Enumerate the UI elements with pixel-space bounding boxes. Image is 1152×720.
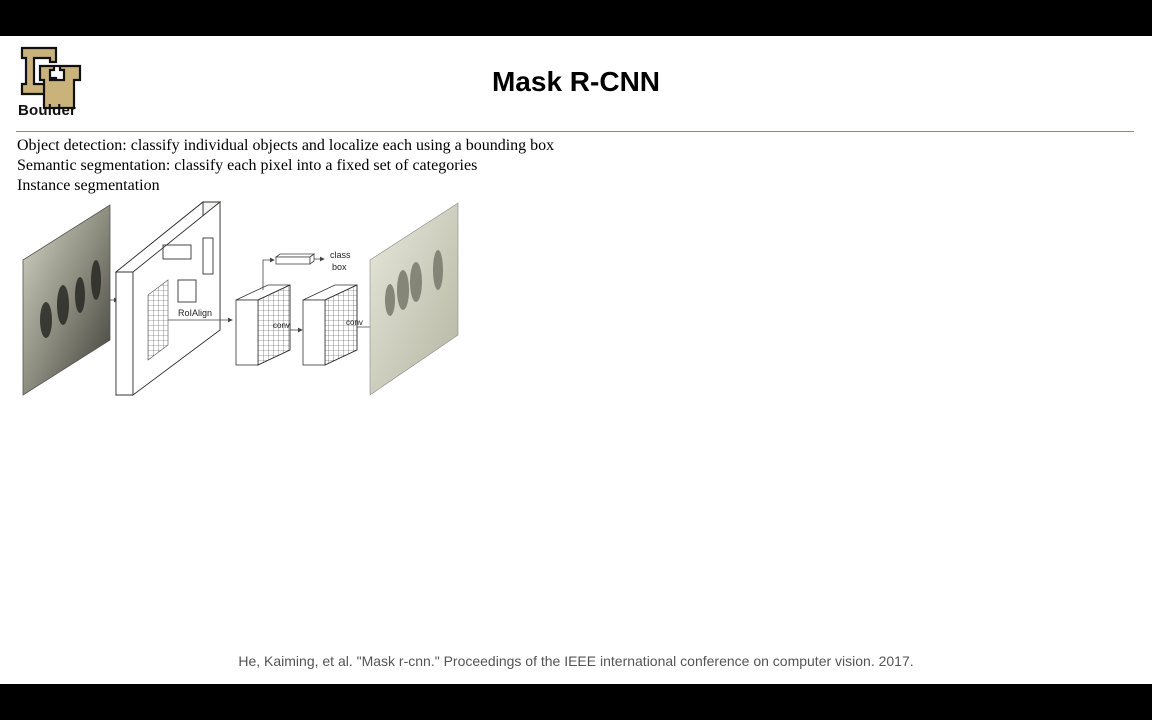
logo-text: Boulder	[18, 102, 77, 119]
bullet-semantic-segmentation: Semantic segmentation: classify each pix…	[17, 157, 478, 174]
presentation-slide: Boulder Mask R-CNN Object detection: cla…	[0, 36, 1152, 684]
bottom-letterbox-bar	[0, 684, 1152, 720]
box-label: box	[332, 262, 347, 272]
input-image	[22, 204, 111, 396]
roialign-label: RoIAlign	[178, 308, 212, 318]
conv-label-2: conv	[346, 318, 363, 327]
conv-label-1: conv	[273, 321, 290, 330]
feature-map-block	[114, 201, 222, 396]
mask-rcnn-diagram: RoIAlign class box conv conv	[22, 201, 459, 396]
bullet-list: Object detection: classify individual ob…	[17, 136, 554, 196]
output-mask-image	[369, 202, 459, 396]
top-letterbox-bar	[0, 0, 1152, 36]
class-label: class	[330, 250, 351, 260]
slide-title: Mask R-CNN	[491, 66, 661, 97]
bullet-instance-segmentation: Instance segmentation	[17, 177, 160, 194]
citation: He, Kaiming, et al. "Mask r-cnn." Procee…	[238, 653, 914, 669]
bullet-object-detection: Object detection: classify individual ob…	[17, 137, 555, 154]
header-divider	[16, 131, 1134, 132]
